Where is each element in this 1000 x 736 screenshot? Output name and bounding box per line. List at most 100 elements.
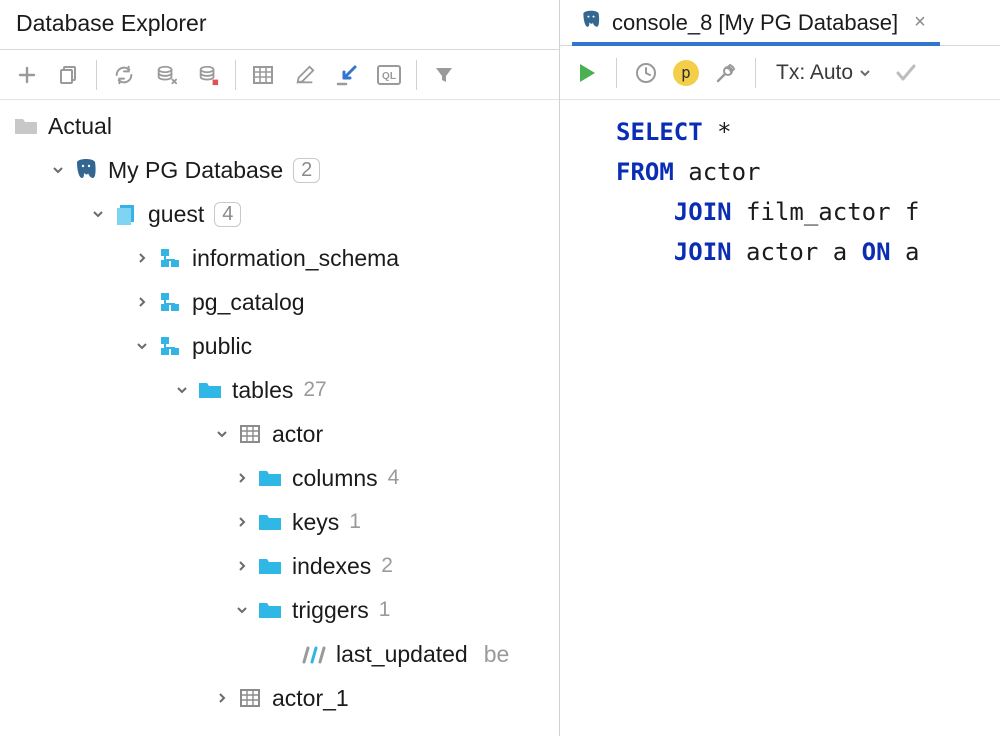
tree-trigger-last-updated[interactable]: last_updated be bbox=[0, 632, 559, 676]
filter-icon[interactable] bbox=[427, 58, 461, 92]
folder-icon bbox=[256, 596, 284, 624]
code-line: SELECT * bbox=[616, 112, 1000, 152]
tree-database[interactable]: My PG Database 2 bbox=[0, 148, 559, 192]
tree-label: triggers bbox=[292, 597, 369, 624]
separator bbox=[416, 60, 417, 90]
tree-indexes[interactable]: indexes 2 bbox=[0, 544, 559, 588]
suffix: be bbox=[484, 641, 510, 668]
separator bbox=[96, 60, 97, 90]
chevron-down-icon[interactable] bbox=[212, 424, 232, 444]
tree-label: indexes bbox=[292, 553, 371, 580]
commit-icon[interactable] bbox=[889, 56, 923, 90]
chevron-right-icon[interactable] bbox=[232, 468, 252, 488]
jump-to-source-icon[interactable] bbox=[330, 58, 364, 92]
count: 27 bbox=[303, 378, 326, 402]
count-badge: 2 bbox=[293, 158, 320, 183]
tree-label: Actual bbox=[48, 113, 112, 140]
run-button[interactable] bbox=[570, 56, 604, 90]
count: 1 bbox=[349, 510, 361, 534]
tree-label: columns bbox=[292, 465, 378, 492]
code-line: JOIN film_actor f bbox=[616, 192, 1000, 232]
duplicate-button[interactable] bbox=[52, 58, 86, 92]
chevron-right-icon[interactable] bbox=[212, 688, 232, 708]
folder-icon bbox=[12, 112, 40, 140]
postgres-icon bbox=[580, 9, 602, 36]
tree-label: public bbox=[192, 333, 252, 360]
editor-panel: console_8 [My PG Database] × p Tx: Auto bbox=[560, 0, 1000, 736]
chevron-down-icon[interactable] bbox=[172, 380, 192, 400]
tree-label: guest bbox=[148, 201, 204, 228]
tree-label: pg_catalog bbox=[192, 289, 305, 316]
database-tree[interactable]: Actual My PG Database 2 guest 4 bbox=[0, 100, 559, 736]
tree-label: My PG Database bbox=[108, 157, 283, 184]
tx-mode-dropdown[interactable]: Tx: Auto bbox=[768, 57, 879, 89]
close-icon[interactable]: × bbox=[908, 11, 932, 34]
chevron-right-icon[interactable] bbox=[232, 556, 252, 576]
folder-icon bbox=[256, 552, 284, 580]
tree-information-schema[interactable]: information_schema bbox=[0, 236, 559, 280]
schema-icon bbox=[156, 332, 184, 360]
edit-icon[interactable] bbox=[288, 58, 322, 92]
chevron-down-icon[interactable] bbox=[88, 204, 108, 224]
chevron-right-icon[interactable] bbox=[232, 512, 252, 532]
tree-table-actor[interactable]: actor bbox=[0, 412, 559, 456]
tree-label: tables bbox=[232, 377, 293, 404]
tree-public[interactable]: public bbox=[0, 324, 559, 368]
database-explorer-panel: Database Explorer bbox=[0, 0, 560, 736]
tab-label: console_8 [My PG Database] bbox=[612, 10, 898, 36]
tree-columns[interactable]: columns 4 bbox=[0, 456, 559, 500]
profile-badge[interactable]: p bbox=[673, 60, 699, 86]
user-db-icon bbox=[112, 200, 140, 228]
tx-label: Tx: Auto bbox=[776, 61, 853, 85]
tree-root-actual[interactable]: Actual bbox=[0, 104, 559, 148]
postgres-icon bbox=[72, 156, 100, 184]
table-icon bbox=[236, 684, 264, 712]
schema-icon bbox=[156, 288, 184, 316]
tree-label: actor_1 bbox=[272, 685, 349, 712]
db-toolbar: QL bbox=[0, 50, 559, 100]
chevron-right-icon[interactable] bbox=[132, 292, 152, 312]
tree-triggers[interactable]: triggers 1 bbox=[0, 588, 559, 632]
tree-tables[interactable]: tables 27 bbox=[0, 368, 559, 412]
caret-line bbox=[560, 398, 1000, 438]
count-badge: 4 bbox=[214, 202, 241, 227]
tab-console-8[interactable]: console_8 [My PG Database] × bbox=[580, 0, 932, 45]
add-button[interactable] bbox=[10, 58, 44, 92]
refresh-button[interactable] bbox=[107, 58, 141, 92]
dbstack-alert-icon[interactable] bbox=[191, 58, 225, 92]
code-line: JOIN actor a ON a bbox=[616, 232, 1000, 272]
separator bbox=[616, 58, 617, 88]
tree-label: keys bbox=[292, 509, 339, 536]
tree-pg-catalog[interactable]: pg_catalog bbox=[0, 280, 559, 324]
chevron-down-icon[interactable] bbox=[48, 160, 68, 180]
tree-keys[interactable]: keys 1 bbox=[0, 500, 559, 544]
tree-label: actor bbox=[272, 421, 323, 448]
count: 2 bbox=[381, 554, 393, 578]
schema-icon bbox=[156, 244, 184, 272]
history-icon[interactable] bbox=[629, 56, 663, 90]
tree-label: last_updated bbox=[336, 641, 468, 668]
separator bbox=[755, 58, 756, 88]
tree-label: information_schema bbox=[192, 245, 399, 272]
table-icon[interactable] bbox=[246, 58, 280, 92]
table-icon bbox=[236, 420, 264, 448]
settings-icon[interactable] bbox=[709, 56, 743, 90]
ql-icon[interactable]: QL bbox=[372, 58, 406, 92]
editor-tabbar: console_8 [My PG Database] × bbox=[560, 0, 1000, 46]
chevron-right-icon[interactable] bbox=[132, 248, 152, 268]
gutter bbox=[560, 100, 604, 736]
chevron-down-icon[interactable] bbox=[132, 336, 152, 356]
trigger-icon bbox=[300, 640, 328, 668]
count: 4 bbox=[388, 466, 400, 490]
code-line: FROM actor bbox=[616, 152, 1000, 192]
tree-guest[interactable]: guest 4 bbox=[0, 192, 559, 236]
editor-toolbar: p Tx: Auto bbox=[560, 46, 1000, 100]
folder-icon bbox=[196, 376, 224, 404]
folder-icon bbox=[256, 464, 284, 492]
dbstack-icon[interactable] bbox=[149, 58, 183, 92]
sql-editor[interactable]: SELECT * FROM actor JOIN film_actor f JO… bbox=[560, 100, 1000, 736]
chevron-down-icon[interactable] bbox=[232, 600, 252, 620]
panel-title: Database Explorer bbox=[0, 0, 559, 50]
separator bbox=[235, 60, 236, 90]
tree-table-actor-1[interactable]: actor_1 bbox=[0, 676, 559, 720]
